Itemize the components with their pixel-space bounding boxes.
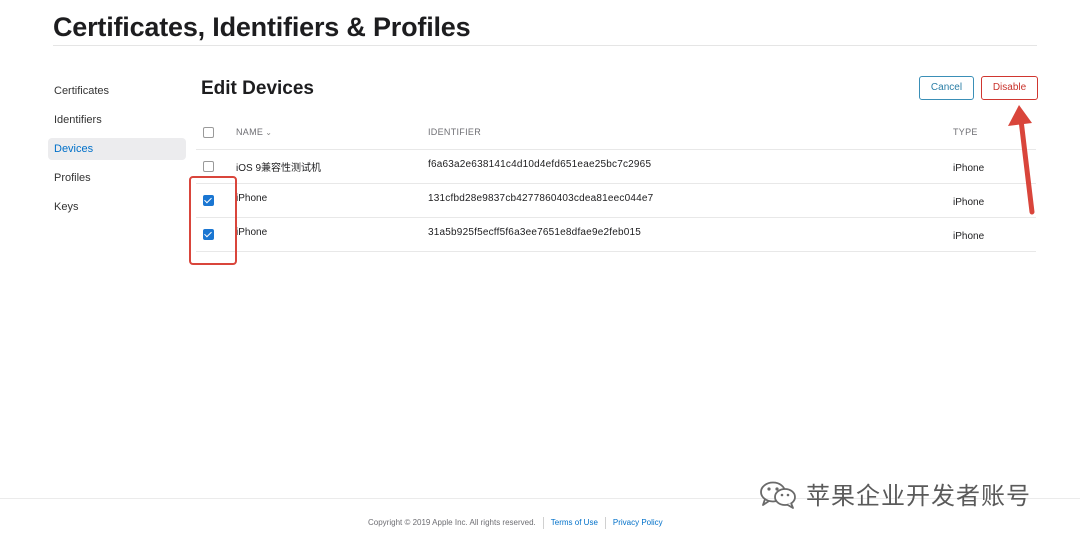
sidebar-item-label: Identifiers xyxy=(54,114,102,126)
column-header-type: TYPE xyxy=(953,127,978,137)
sidebar-item-keys[interactable]: Keys xyxy=(48,196,186,218)
watermark: 苹果企业开发者账号 xyxy=(758,476,1031,511)
table-row[interactable]: iPhone 131cfbd28e9837cb4277860403cdea81e… xyxy=(196,184,1036,218)
table-header: NAME ⌄ IDENTIFIER TYPE xyxy=(196,116,1036,150)
select-all-checkbox[interactable] xyxy=(203,127,214,138)
terms-of-use-link[interactable]: Terms of Use xyxy=(551,518,598,527)
sidebar-item-label: Profiles xyxy=(54,172,91,184)
column-header-name[interactable]: NAME ⌄ xyxy=(236,127,272,137)
sidebar: Certificates Identifiers Devices Profile… xyxy=(48,80,186,225)
arrow-head xyxy=(1008,105,1032,126)
copyright-text: Copyright © 2019 Apple Inc. All rights r… xyxy=(368,518,536,528)
disable-button[interactable]: Disable xyxy=(981,76,1038,100)
wechat-icon xyxy=(760,481,796,509)
column-header-name-label: NAME xyxy=(236,127,264,137)
device-identifier: 31a5b925f5ecff5f6a3ee7651e8dfae9e2feb015 xyxy=(428,227,642,238)
privacy-policy-link[interactable]: Privacy Policy xyxy=(613,518,663,527)
device-name: iPhone xyxy=(236,193,268,204)
row-checkbox[interactable] xyxy=(203,161,214,172)
sidebar-item-label: Devices xyxy=(54,143,94,155)
cancel-button[interactable]: Cancel xyxy=(919,76,974,100)
device-type: iPhone xyxy=(953,231,985,242)
devices-table: NAME ⌄ IDENTIFIER TYPE iOS 9兼容性测试机 f6a63a… xyxy=(196,116,1036,252)
sidebar-item-identifiers[interactable]: Identifiers xyxy=(48,109,186,131)
checkbox-highlight-annotation xyxy=(189,176,237,265)
sidebar-item-profiles[interactable]: Profiles xyxy=(48,167,186,189)
footer-separator xyxy=(604,517,606,529)
footer: Copyright © 2019 Apple Inc. All rights r… xyxy=(368,517,663,529)
page-title: Certificates, Identifiers & Profiles xyxy=(53,12,471,42)
sidebar-item-label: Keys xyxy=(54,201,79,213)
sidebar-item-devices[interactable]: Devices xyxy=(48,138,186,160)
sidebar-item-label: Certificates xyxy=(54,85,110,97)
watermark-text: 苹果企业开发者账号 xyxy=(806,482,1031,510)
footer-separator xyxy=(542,517,544,529)
device-name: iOS 9兼容性测试机 xyxy=(236,163,322,174)
table-row[interactable]: iOS 9兼容性测试机 f6a63a2e638141c4d10d4efd651e… xyxy=(196,150,1036,184)
sidebar-item-certificates[interactable]: Certificates xyxy=(48,80,186,102)
device-type: iPhone xyxy=(953,163,985,174)
arrow-shaft xyxy=(1018,117,1035,215)
device-identifier: 131cfbd28e9837cb4277860403cdea81eec044e7 xyxy=(428,193,654,204)
section-title: Edit Devices xyxy=(201,78,314,99)
device-type: iPhone xyxy=(953,197,985,208)
table-row[interactable]: iPhone 31a5b925f5ecff5f6a3ee7651e8dfae9e… xyxy=(196,218,1036,252)
chevron-down-icon: ⌄ xyxy=(265,128,273,137)
column-header-identifier: IDENTIFIER xyxy=(428,127,482,137)
device-name: iPhone xyxy=(236,227,268,238)
title-divider xyxy=(53,45,1037,46)
arrow-annotation-icon xyxy=(1008,105,1035,215)
device-identifier: f6a63a2e638141c4d10d4efd651eae25bc7c2965 xyxy=(428,159,652,170)
